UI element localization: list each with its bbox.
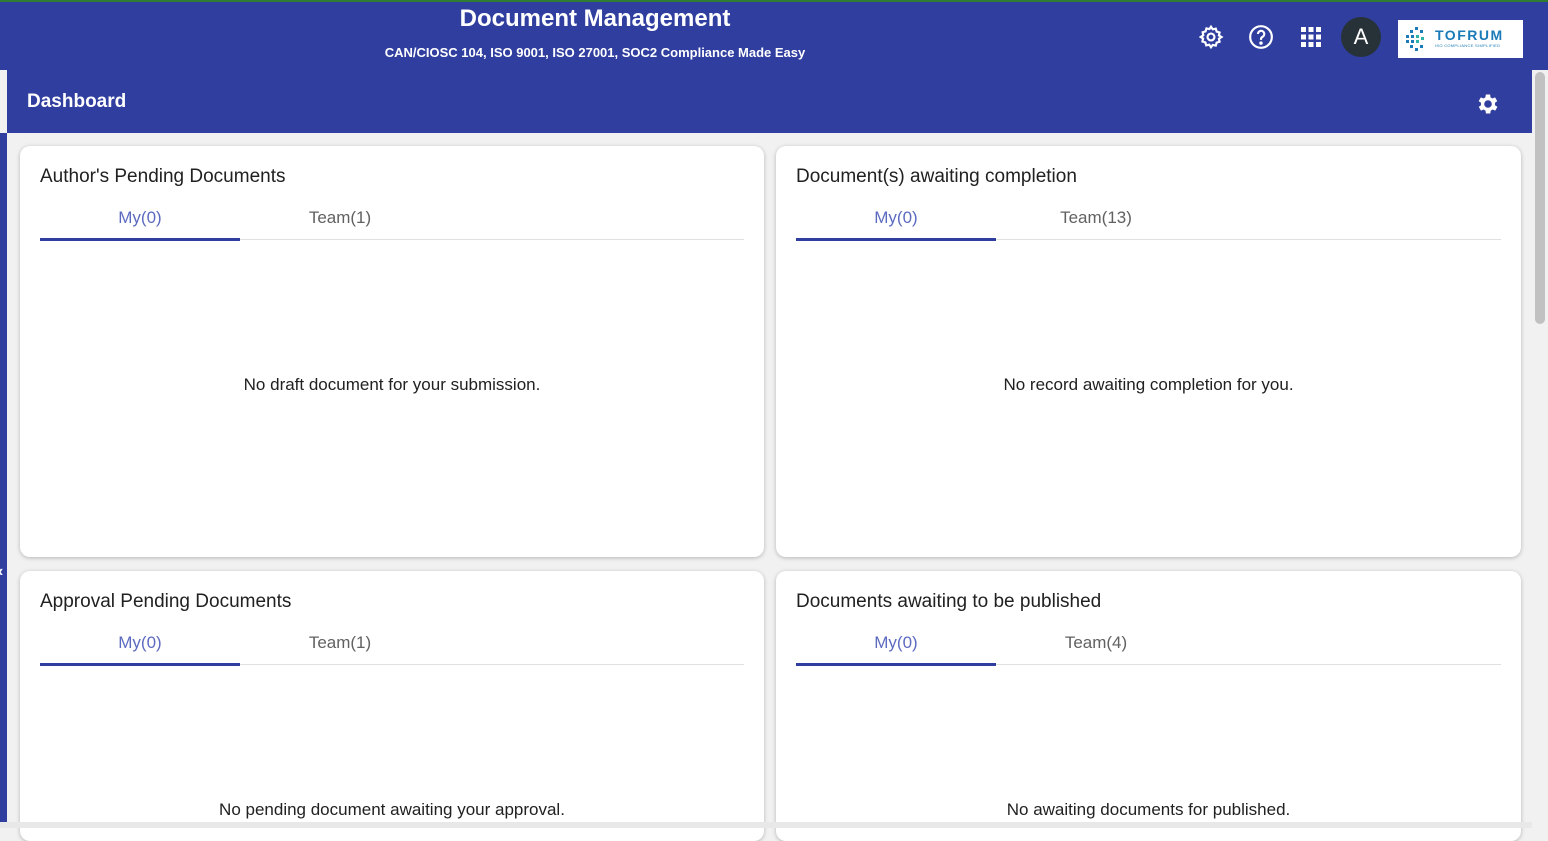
logo-text: TOFRUM xyxy=(1435,27,1504,43)
dashboard-header: Dashboard xyxy=(7,70,1532,133)
company-logo: TOFRUM ISO COMPLIANCE SIMPLIFIED xyxy=(1398,20,1523,58)
card-title: Approval Pending Documents xyxy=(40,591,292,612)
page-scrollbar[interactable] xyxy=(1532,70,1548,828)
card-tabs: My(0) Team(4) xyxy=(796,629,1501,666)
tab-my[interactable]: My(0) xyxy=(796,629,996,663)
active-tab-indicator xyxy=(40,238,240,241)
page-title: Dashboard xyxy=(27,91,127,112)
active-tab-indicator xyxy=(796,663,996,666)
tab-my[interactable]: My(0) xyxy=(796,204,996,238)
card-authors-pending: Author's Pending Documents My(0) Team(1)… xyxy=(20,146,764,557)
logo-mark-icon xyxy=(1406,27,1424,51)
card-title: Author's Pending Documents xyxy=(40,166,286,187)
tab-team[interactable]: Team(1) xyxy=(240,629,440,663)
help-circle-icon[interactable] xyxy=(1246,22,1276,52)
tab-my[interactable]: My(0) xyxy=(40,629,240,663)
app-header: Document Management CAN/CIOSC 104, ISO 9… xyxy=(0,0,1548,70)
sidebar-strip: ‹ xyxy=(0,133,7,828)
app-title: Document Management xyxy=(459,5,731,32)
empty-state-message: No pending document awaiting your approv… xyxy=(219,800,565,819)
dashboard-settings-gear-icon[interactable] xyxy=(1473,89,1503,119)
settings-gear-icon[interactable] xyxy=(1196,22,1226,52)
card-approval-pending: Approval Pending Documents My(0) Team(1)… xyxy=(20,571,764,841)
apps-grid-icon[interactable] xyxy=(1296,22,1326,52)
scrollbar-thumb[interactable] xyxy=(1535,72,1545,324)
empty-state-message: No awaiting documents for published. xyxy=(1006,800,1291,819)
card-awaiting-publish: Documents awaiting to be published My(0)… xyxy=(776,571,1521,841)
tab-my[interactable]: My(0) xyxy=(40,204,240,238)
active-tab-indicator xyxy=(40,663,240,666)
card-tabs: My(0) Team(1) xyxy=(40,204,744,241)
active-tab-indicator xyxy=(796,238,996,241)
tab-team[interactable]: Team(1) xyxy=(240,204,440,238)
card-tabs: My(0) Team(13) xyxy=(796,204,1501,241)
app-subtitle: CAN/CIOSC 104, ISO 9001, ISO 27001, SOC2… xyxy=(384,45,806,60)
user-avatar[interactable]: A xyxy=(1341,17,1381,57)
empty-state-message: No draft document for your submission. xyxy=(243,375,541,394)
status-bar xyxy=(0,822,1532,828)
empty-state-message: No record awaiting completion for you. xyxy=(1003,375,1294,394)
card-title: Document(s) awaiting completion xyxy=(796,166,1077,187)
card-awaiting-completion: Document(s) awaiting completion My(0) Te… xyxy=(776,146,1521,557)
sidebar-toggle-chevron-icon[interactable]: ‹ xyxy=(0,563,3,581)
tab-team[interactable]: Team(4) xyxy=(996,629,1196,663)
tab-team[interactable]: Team(13) xyxy=(996,204,1196,238)
card-tabs: My(0) Team(1) xyxy=(40,629,744,666)
logo-tagline: ISO COMPLIANCE SIMPLIFIED xyxy=(1435,43,1501,48)
card-title: Documents awaiting to be published xyxy=(796,591,1102,612)
